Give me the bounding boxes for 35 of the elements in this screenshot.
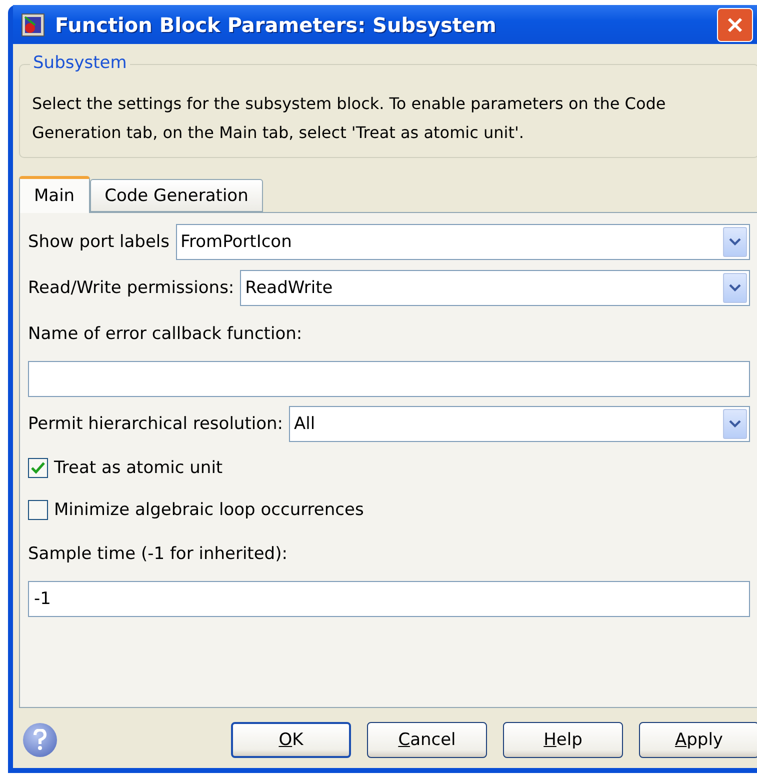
dropdown-arrow-button[interactable] (723, 227, 747, 257)
checkbox-label: Minimize algebraic loop occurrences (54, 500, 364, 520)
window-title: Function Block Parameters: Subsystem (55, 12, 498, 36)
dropdown[interactable]: ReadWrite (240, 270, 750, 306)
chevron-down-icon (729, 284, 741, 292)
field-label: Read/Write permissions: (28, 278, 234, 298)
checkbox[interactable] (28, 500, 48, 520)
dialog-button[interactable]: OK (231, 722, 351, 758)
checkmark-icon (31, 462, 45, 474)
dialog-button[interactable]: Cancel (367, 722, 487, 758)
field-label: Permit hierarchical resolution: (28, 414, 283, 434)
close-icon (726, 16, 744, 34)
field-label: Name of error callback function: (28, 324, 302, 344)
tab[interactable]: Code Generation (90, 179, 264, 212)
field-label: Show port labels (28, 232, 170, 252)
help-icon[interactable] (23, 723, 57, 757)
chevron-down-icon (729, 420, 741, 428)
dropdown[interactable]: FromPortIcon (176, 224, 750, 260)
tab[interactable]: Main (19, 176, 90, 213)
description-text: Select the settings for the subsystem block. To enable parameters on the Code Generation tab, on the Main tab, select 'Treat as atomic unit'. (32, 93, 667, 144)
input-field[interactable] (28, 361, 750, 397)
dialog-button[interactable]: Help (503, 722, 623, 758)
dropdown[interactable]: All (288, 406, 750, 442)
block-diagram-icon (21, 12, 45, 36)
checkbox-label: Treat as atomic unit (54, 458, 223, 478)
question-mark-icon (33, 729, 47, 751)
field-label: Sample time (-1 for inherited): (28, 544, 288, 564)
dropdown-arrow-button[interactable] (723, 273, 747, 303)
input-field[interactable]: -1 (28, 581, 750, 617)
group-title: Subsystem (30, 53, 130, 73)
chevron-down-icon (729, 238, 741, 246)
dialog-button[interactable]: Apply (639, 722, 757, 758)
dropdown-arrow-button[interactable] (723, 409, 747, 439)
close-button[interactable] (717, 8, 753, 42)
checkbox[interactable] (28, 458, 48, 478)
